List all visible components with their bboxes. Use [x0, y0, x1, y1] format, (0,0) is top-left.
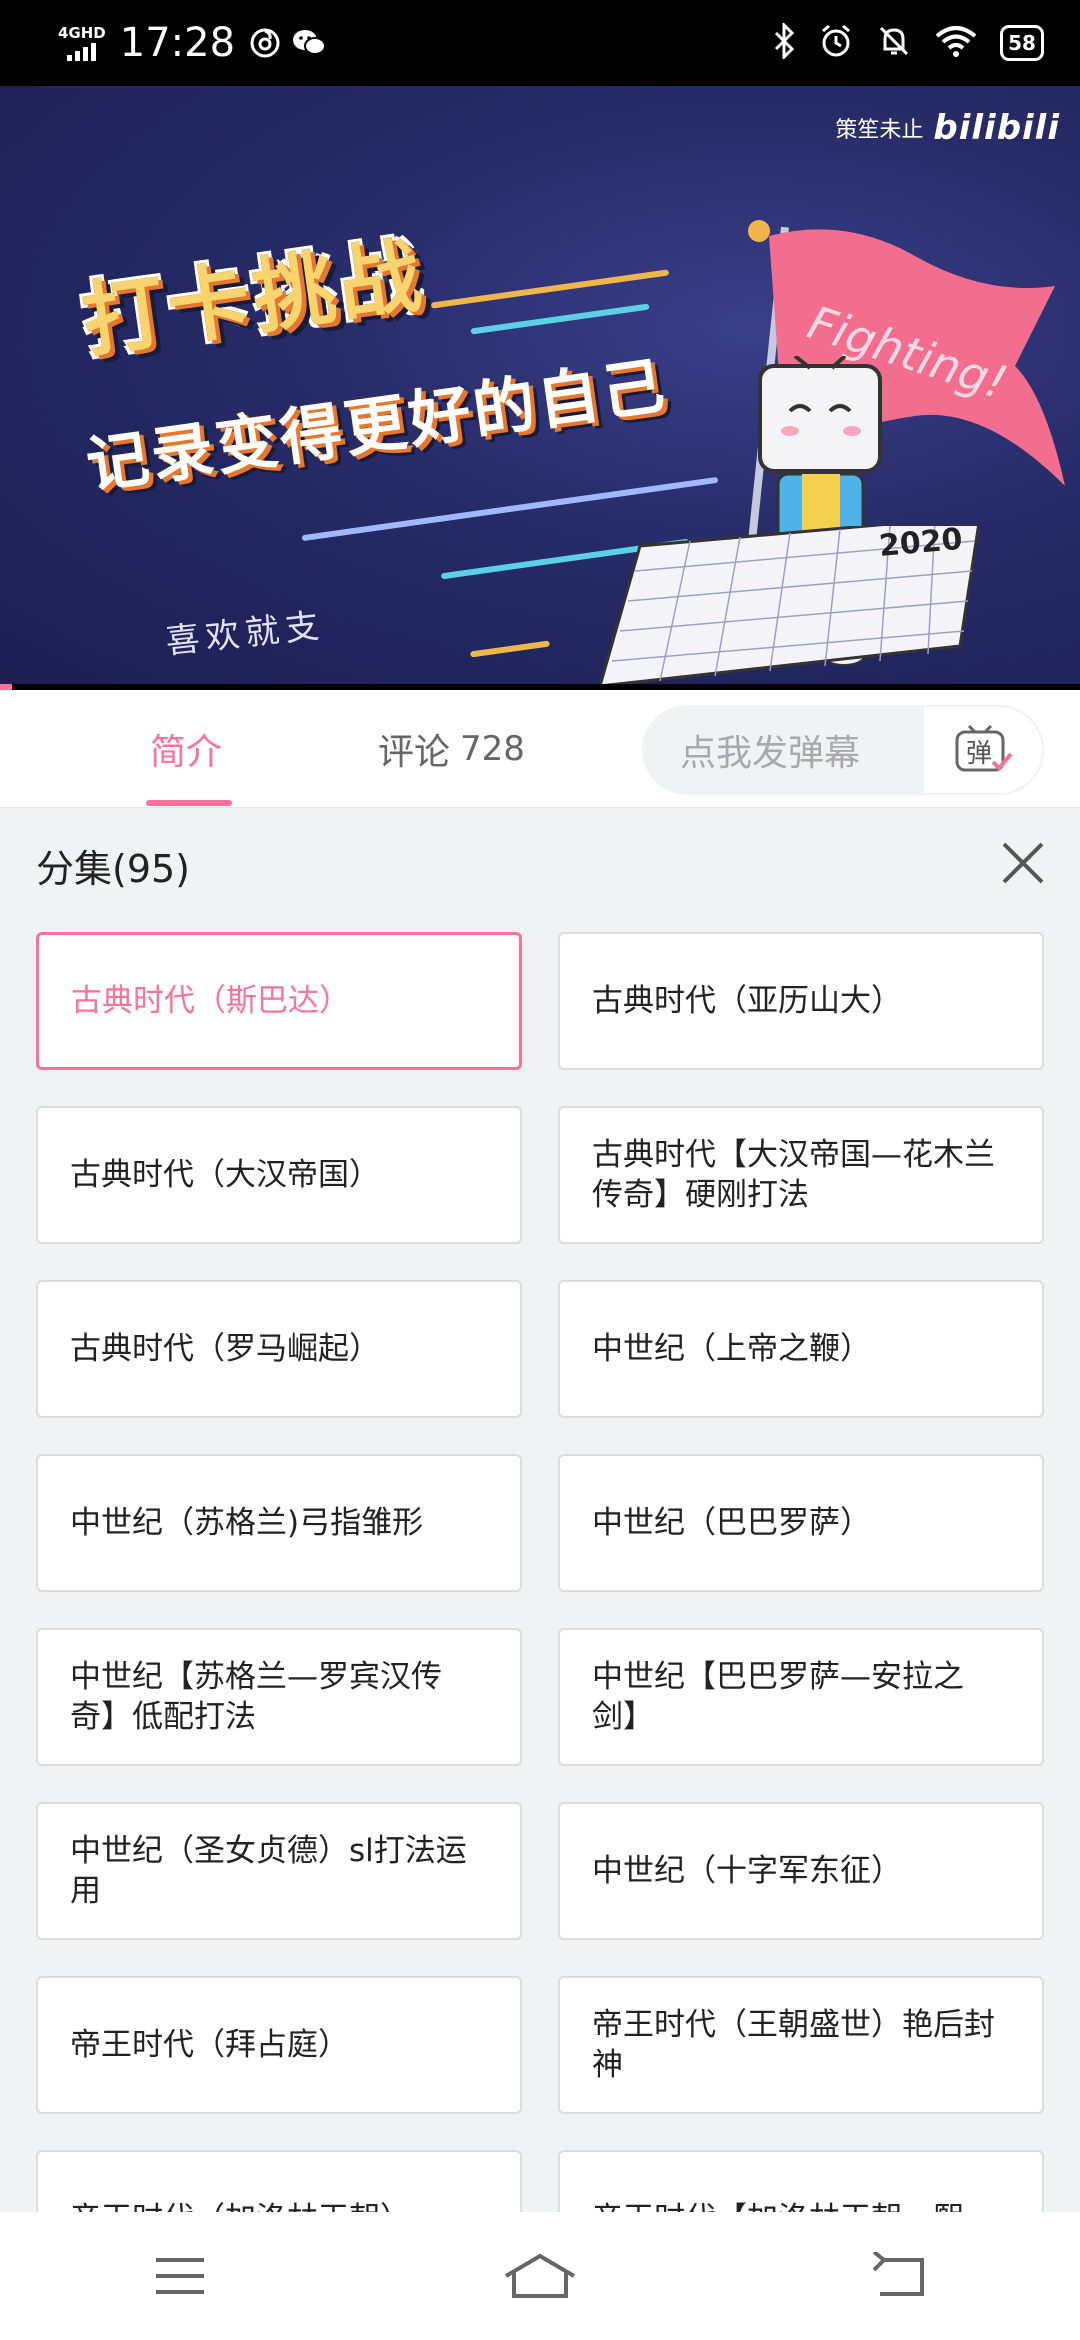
episode-label: 帝王时代（拜占庭） — [70, 2027, 349, 2063]
episode-item[interactable]: 中世纪（十字军东征） — [558, 1802, 1044, 1940]
danmaku-btn-label: 弹 — [966, 739, 992, 769]
active-tab-indicator — [146, 800, 232, 806]
episode-item[interactable]: 古典时代（斯巴达） — [36, 932, 522, 1070]
episode-label: 帝王时代【加洛林王朝—熙 — [592, 2199, 964, 2212]
status-bar: 4GHD 17:28 58 — [0, 0, 1080, 86]
mute-bell-icon — [876, 23, 912, 63]
video-player[interactable]: 打卡挑战 记录变得更好的自己 喜欢就支 Fighting! 2020 策笙未止 … — [0, 86, 1080, 690]
clock: 17:28 — [119, 20, 236, 66]
alarm-icon — [818, 23, 854, 63]
episode-panel-title: 分集(95) — [36, 847, 191, 891]
wifi-icon — [934, 24, 978, 62]
episode-item[interactable]: 帝王时代（王朝盛世）艳后封神 — [558, 1976, 1044, 2114]
watermark-author: 策笙未止 — [835, 118, 924, 143]
signal-icon — [67, 41, 97, 61]
close-icon — [1002, 842, 1044, 884]
decor-stripe — [430, 269, 670, 309]
episode-label: 中世纪（苏格兰)弓指雏形 — [70, 1505, 424, 1541]
wechat-icon — [291, 27, 327, 59]
danmaku-toggle-button[interactable]: 弹 — [922, 705, 1044, 795]
episode-item[interactable]: 帝王时代（加洛林王朝） — [36, 2150, 522, 2212]
episode-label: 中世纪（十字军东征） — [592, 1853, 902, 1889]
episode-label: 中世纪【巴巴罗萨—安拉之剑】 — [592, 1659, 964, 1735]
tab-comments-label: 评论 — [378, 732, 451, 773]
tab-bar: 简介 评论 728 点我发弹幕 弹 — [0, 690, 1080, 808]
home-icon — [504, 2253, 576, 2298]
danmaku-icon: 弹 — [955, 724, 1013, 772]
tab-comments[interactable]: 评论 728 — [378, 690, 525, 808]
calendar-illustration: 2020 — [597, 526, 980, 688]
episode-label: 中世纪（巴巴罗萨） — [592, 1505, 871, 1541]
episode-item[interactable]: 帝王时代（拜占庭） — [36, 1976, 522, 2114]
episode-label: 古典时代（罗马崛起） — [70, 1331, 380, 1367]
episode-label: 古典时代（大汉帝国） — [70, 1157, 380, 1193]
episode-item[interactable]: 中世纪【巴巴罗萨—安拉之剑】 — [558, 1628, 1044, 1766]
episode-label: 古典时代（亚历山大） — [592, 983, 902, 1019]
episode-label: 帝王时代（加洛林王朝） — [70, 2199, 411, 2212]
menu-icon — [156, 2258, 204, 2294]
episode-label: 中世纪（圣女贞德）sl打法运用 — [70, 1833, 467, 1909]
episode-label: 帝王时代（王朝盛世）艳后封神 — [592, 2007, 995, 2083]
battery-indicator: 58 — [1000, 25, 1044, 61]
episode-item[interactable]: 帝王时代【加洛林王朝—熙 — [558, 2150, 1044, 2212]
video-title-main: 打卡挑战 — [76, 227, 431, 370]
decor-stripe — [469, 640, 551, 658]
menu-button[interactable] — [125, 2236, 235, 2316]
video-note: 喜欢就支 — [163, 605, 328, 663]
episode-item[interactable]: 古典时代（大汉帝国） — [36, 1106, 522, 1244]
episode-item[interactable]: 中世纪（上帝之鞭） — [558, 1280, 1044, 1418]
comment-count: 728 — [460, 729, 525, 769]
tab-intro[interactable]: 简介 — [150, 690, 222, 808]
network-type: 4GHD — [58, 24, 106, 42]
episode-item[interactable]: 古典时代（罗马崛起） — [36, 1280, 522, 1418]
netease-music-icon — [249, 27, 281, 59]
decor-stripe — [470, 303, 650, 335]
episode-panel: 分集(95) 古典时代（斯巴达） 古典时代（亚历山大） 古典时代（大汉帝国） 古… — [0, 808, 1080, 2212]
network-indicator: 4GHD — [58, 25, 106, 61]
episode-label: 古典时代（斯巴达） — [71, 983, 350, 1019]
episode-item[interactable]: 古典时代【大汉帝国—花木兰传奇】硬刚打法 — [558, 1106, 1044, 1244]
danmaku-placeholder: 点我发弹幕 — [680, 733, 861, 774]
episode-item[interactable]: 中世纪【苏格兰—罗宾汉传奇】低配打法 — [36, 1628, 522, 1766]
episode-label: 中世纪（上帝之鞭） — [592, 1331, 871, 1367]
back-button[interactable] — [845, 2236, 955, 2316]
episode-item[interactable]: 古典时代（亚历山大） — [558, 932, 1044, 1070]
episode-label: 中世纪【苏格兰—罗宾汉传奇】低配打法 — [70, 1659, 442, 1735]
close-button[interactable] — [996, 836, 1050, 890]
system-nav-bar — [0, 2212, 1080, 2340]
episode-item[interactable]: 中世纪（苏格兰)弓指雏形 — [36, 1454, 522, 1592]
tab-intro-label: 简介 — [150, 732, 223, 773]
episode-label: 古典时代【大汉帝国—花木兰传奇】硬刚打法 — [592, 1137, 995, 1213]
episode-item[interactable]: 中世纪（圣女贞德）sl打法运用 — [36, 1802, 522, 1940]
video-watermark: 策笙未止 bilibili — [835, 108, 1060, 148]
back-icon — [872, 2252, 924, 2296]
bluetooth-icon — [772, 21, 796, 63]
home-button[interactable] — [485, 2236, 595, 2316]
bilibili-logo: bilibili — [933, 108, 1060, 148]
episode-item[interactable]: 中世纪（巴巴罗萨） — [558, 1454, 1044, 1592]
